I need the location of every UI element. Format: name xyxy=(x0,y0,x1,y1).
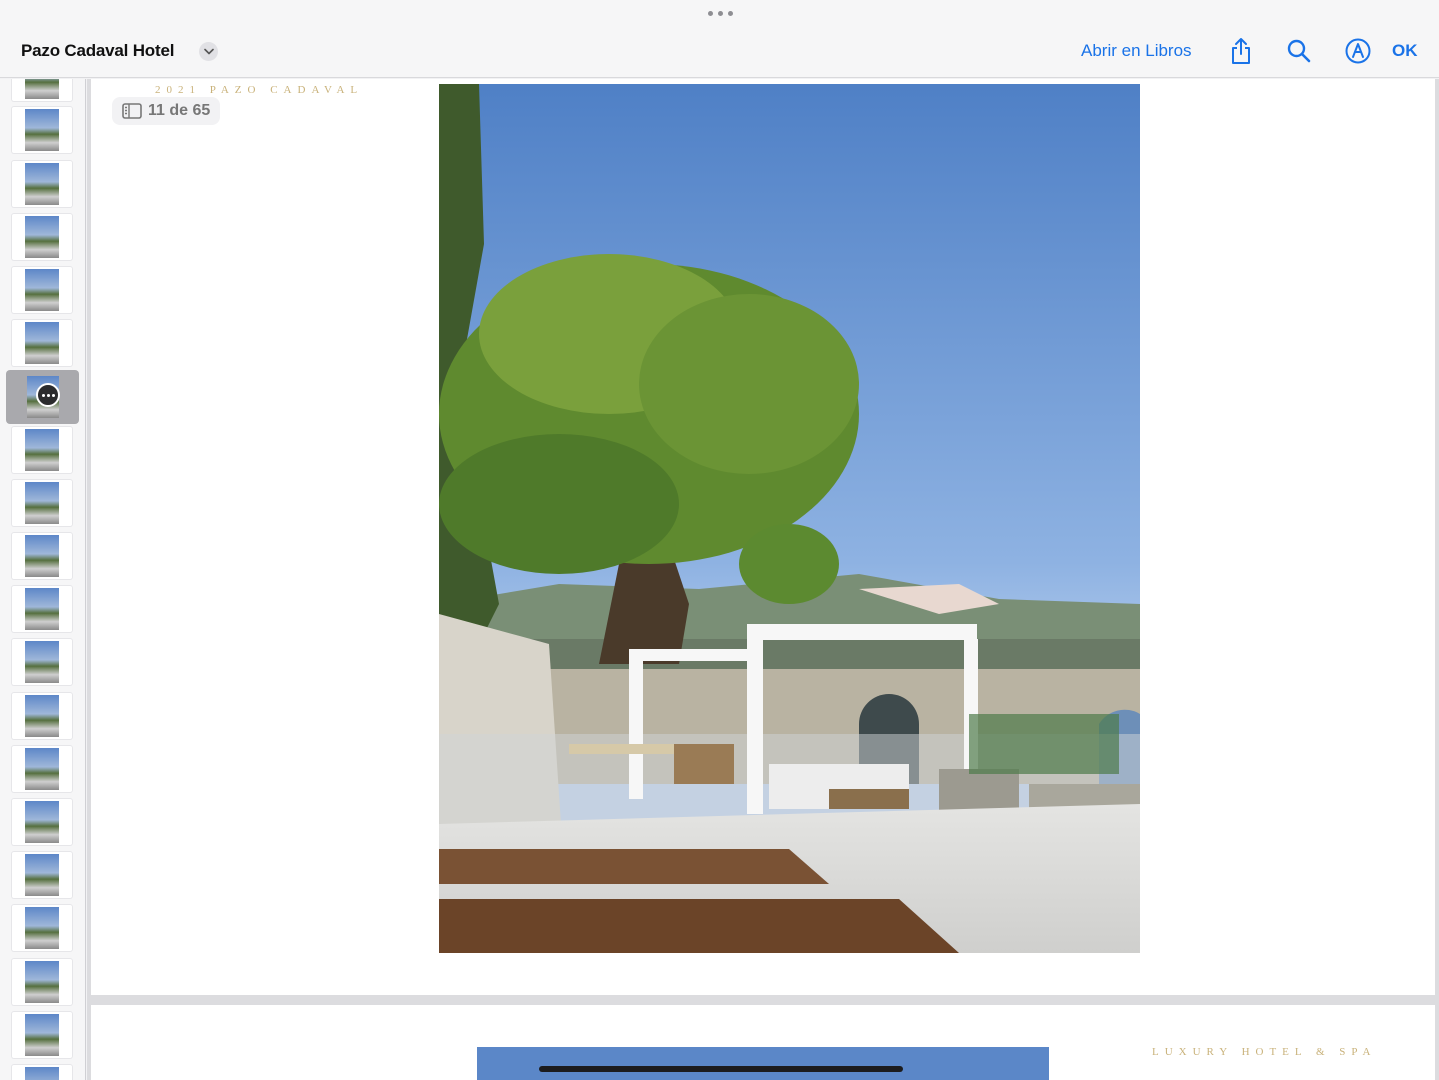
share-icon[interactable] xyxy=(1226,36,1256,66)
page-thumbnail[interactable] xyxy=(12,905,72,951)
page-thumbnail[interactable] xyxy=(12,107,72,153)
markup-icon[interactable] xyxy=(1343,36,1373,66)
document-page: 2021 PAZO CADAVAL 11 de 65 xyxy=(91,79,1435,995)
page-thumbnail[interactable] xyxy=(12,1065,72,1080)
sidebar-toggle-icon xyxy=(122,103,142,119)
page-thumbnail[interactable] xyxy=(12,693,72,739)
window-grabber-ellipsis-icon[interactable] xyxy=(705,8,735,18)
page-thumbnail[interactable] xyxy=(12,533,72,579)
page-thumbnail[interactable] xyxy=(12,639,72,685)
page-thumbnail[interactable] xyxy=(12,427,72,473)
page-counter-text: 11 de 65 xyxy=(148,102,211,119)
page-thumbnail-selected[interactable] xyxy=(6,370,79,424)
document-viewer[interactable]: 2021 PAZO CADAVAL 11 de 65 LUXURY HOTEL … xyxy=(87,79,1439,1080)
page-thumbnail[interactable] xyxy=(12,161,72,207)
page-thumbnail[interactable] xyxy=(12,586,72,632)
page-thumbnail[interactable] xyxy=(12,267,72,313)
home-indicator[interactable] xyxy=(539,1066,903,1072)
done-button[interactable]: OK xyxy=(1392,41,1418,61)
page-thumbnail[interactable] xyxy=(12,1012,72,1058)
page-thumbnail[interactable] xyxy=(12,214,72,260)
page-thumbnails-sidebar[interactable] xyxy=(0,79,86,1080)
page-header-text: LUXURY HOTEL & SPA xyxy=(1152,1046,1377,1058)
search-icon[interactable] xyxy=(1284,36,1314,66)
page-thumbnail[interactable] xyxy=(12,746,72,792)
hotel-terrace-photo xyxy=(439,84,1140,953)
more-options-icon[interactable] xyxy=(36,383,60,407)
page-thumbnail[interactable] xyxy=(12,480,72,526)
page-header-text: 2021 PAZO CADAVAL xyxy=(155,84,364,96)
top-bar: Pazo Cadaval Hotel Abrir en Libros OK xyxy=(0,0,1439,78)
page-counter: 11 de 65 xyxy=(112,97,221,125)
page-thumbnail[interactable] xyxy=(12,852,72,898)
page-thumbnail[interactable] xyxy=(12,799,72,845)
chevron-down-icon[interactable] xyxy=(199,42,218,61)
next-page-photo xyxy=(477,1047,1049,1080)
page-thumbnail[interactable] xyxy=(12,959,72,1005)
open-in-books-button[interactable]: Abrir en Libros xyxy=(1081,41,1192,61)
page-thumbnail[interactable] xyxy=(12,79,72,101)
document-title[interactable]: Pazo Cadaval Hotel xyxy=(21,41,174,61)
page-thumbnail[interactable] xyxy=(12,320,72,366)
